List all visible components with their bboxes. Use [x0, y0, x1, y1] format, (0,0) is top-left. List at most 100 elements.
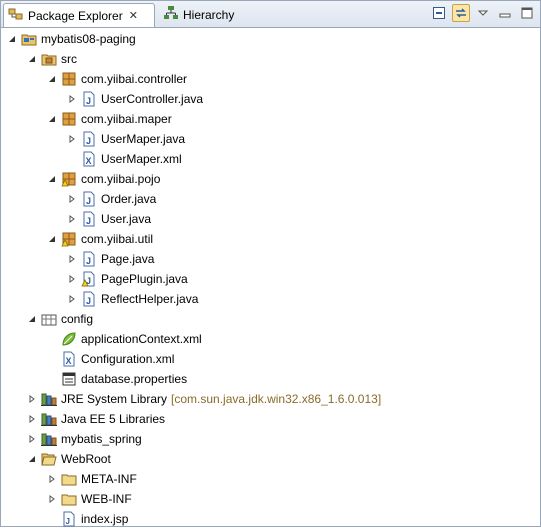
folder-icon [61, 471, 77, 487]
java-file-warning-icon: J [81, 271, 97, 287]
collapsed-arrow-icon[interactable] [47, 494, 57, 504]
tree-item[interactable]: mybatis08-paging [1, 29, 540, 49]
package-warning-icon [61, 171, 77, 187]
expanded-arrow-icon[interactable] [7, 34, 17, 44]
tab-label: Package Explorer [28, 8, 123, 23]
tree-item[interactable]: J UserMaper.java [1, 129, 540, 149]
jre-version-decoration: [com.sun.java.jdk.win32.x86_1.6.0.013] [171, 392, 382, 406]
package-explorer-icon [8, 6, 24, 25]
expanded-arrow-icon[interactable] [47, 234, 57, 244]
library-icon [41, 431, 57, 447]
expanded-arrow-icon[interactable] [27, 454, 37, 464]
tree-item-label: mybatis_spring [61, 432, 142, 446]
tree-item-label: applicationContext.xml [81, 332, 202, 346]
tree-item-label: UserMaper.xml [101, 152, 182, 166]
view-tab-bar: Package Explorer ✕ Hierarchy [1, 1, 540, 28]
tree-item[interactable]: Jindex.jsp [1, 509, 540, 529]
collapsed-arrow-icon[interactable] [27, 434, 37, 444]
close-icon[interactable]: ✕ [129, 9, 138, 22]
expanded-arrow-icon[interactable] [27, 54, 37, 64]
tree-item[interactable]: J UserController.java [1, 89, 540, 109]
tree-item[interactable]: config [1, 309, 540, 329]
tree-item[interactable]: J Order.java [1, 189, 540, 209]
tree-item-label: config [61, 312, 94, 326]
tree-item[interactable]: src [1, 49, 540, 69]
tree-item-label: com.yiibai.maper [81, 112, 172, 126]
svg-text:J: J [86, 296, 91, 306]
link-with-editor-icon [456, 8, 466, 18]
tree-item[interactable]: JRE System Library [com.sun.java.jdk.win3… [1, 389, 540, 409]
expanded-arrow-icon[interactable] [47, 174, 57, 184]
tree-item[interactable]: applicationContext.xml [1, 329, 540, 349]
view-toolbar [430, 4, 536, 22]
svg-text:J: J [66, 517, 70, 526]
tree-item-label: com.yiibai.util [81, 232, 154, 246]
tree-item[interactable]: com.yiibai.util [1, 229, 540, 249]
collapsed-arrow-icon[interactable] [67, 274, 77, 284]
maximize-button[interactable] [518, 4, 536, 22]
tree-item[interactable]: J ReflectHelper.java [1, 289, 540, 309]
tree-item[interactable]: J PagePlugin.java [1, 269, 540, 289]
tree-item-label: PagePlugin.java [101, 272, 188, 286]
tree-item-label: database.properties [81, 372, 188, 386]
expanded-arrow-icon[interactable] [47, 74, 57, 84]
tree-item[interactable]: J User.java [1, 209, 540, 229]
tree-item-label: ReflectHelper.java [101, 292, 199, 306]
link-with-editor-button[interactable] [452, 4, 470, 22]
tree-item[interactable]: J Page.java [1, 249, 540, 269]
tree-item-label: UserController.java [101, 92, 204, 106]
collapse-all-button[interactable] [430, 4, 448, 22]
library-icon [41, 411, 57, 427]
project-tree: mybatis08-paging src com.yiibai.controller… [1, 29, 540, 529]
java-file-icon: J [81, 291, 97, 307]
collapsed-arrow-icon[interactable] [67, 134, 77, 144]
minimize-button[interactable] [496, 4, 514, 22]
collapsed-arrow-icon[interactable] [27, 394, 37, 404]
tree-item[interactable]: Java EE 5 Libraries [1, 409, 540, 429]
package-icon [61, 71, 77, 87]
folder-icon [61, 491, 77, 507]
source-folder-icon [41, 51, 57, 67]
tree-item-label: Configuration.xml [81, 352, 175, 366]
tree-item[interactable]: X Configuration.xml [1, 349, 540, 369]
tree-item-label: Java EE 5 Libraries [61, 412, 166, 426]
tree-item[interactable]: WebRoot [1, 449, 540, 469]
collapsed-arrow-icon[interactable] [67, 294, 77, 304]
tree-item[interactable]: com.yiibai.controller [1, 69, 540, 89]
package-warning-icon [61, 231, 77, 247]
maximize-icon [521, 7, 533, 19]
tree-item[interactable]: com.yiibai.maper [1, 109, 540, 129]
collapse-all-icon [433, 7, 445, 19]
tree-item[interactable]: mybatis_spring [1, 429, 540, 449]
tree-item[interactable]: X UserMaper.xml [1, 149, 540, 169]
expanded-arrow-icon[interactable] [47, 114, 57, 124]
tab-package-explorer[interactable]: Package Explorer ✕ [3, 3, 155, 27]
expanded-arrow-icon[interactable] [27, 314, 37, 324]
svg-text:J: J [86, 256, 91, 266]
tab-hierarchy[interactable]: Hierarchy [159, 3, 249, 26]
collapsed-arrow-icon[interactable] [27, 414, 37, 424]
package-explorer-view: Package Explorer ✕ Hierarchy mybatis08-p… [0, 0, 541, 527]
collapsed-arrow-icon[interactable] [67, 214, 77, 224]
svg-text:J: J [86, 96, 91, 106]
tree-item-label: com.yiibai.controller [81, 72, 188, 86]
tree-item[interactable]: META-INF [1, 469, 540, 489]
collapsed-arrow-icon[interactable] [67, 254, 77, 264]
tree-item-label: WEB-INF [81, 492, 132, 506]
tree-item[interactable]: database.properties [1, 369, 540, 389]
collapsed-arrow-icon[interactable] [67, 194, 77, 204]
collapsed-arrow-icon[interactable] [67, 94, 77, 104]
java-file-icon: J [81, 191, 97, 207]
tree-item-label: Page.java [101, 252, 155, 266]
svg-text:J: J [86, 136, 91, 146]
tree-item[interactable]: WEB-INF [1, 489, 540, 509]
view-menu-button[interactable] [474, 4, 492, 22]
chevron-down-icon [477, 10, 489, 16]
jsp-file-icon: J [61, 511, 77, 527]
tab-label: Hierarchy [183, 7, 235, 22]
java-file-icon: J [81, 251, 97, 267]
tree-item[interactable]: com.yiibai.pojo [1, 169, 540, 189]
collapsed-arrow-icon[interactable] [47, 474, 57, 484]
